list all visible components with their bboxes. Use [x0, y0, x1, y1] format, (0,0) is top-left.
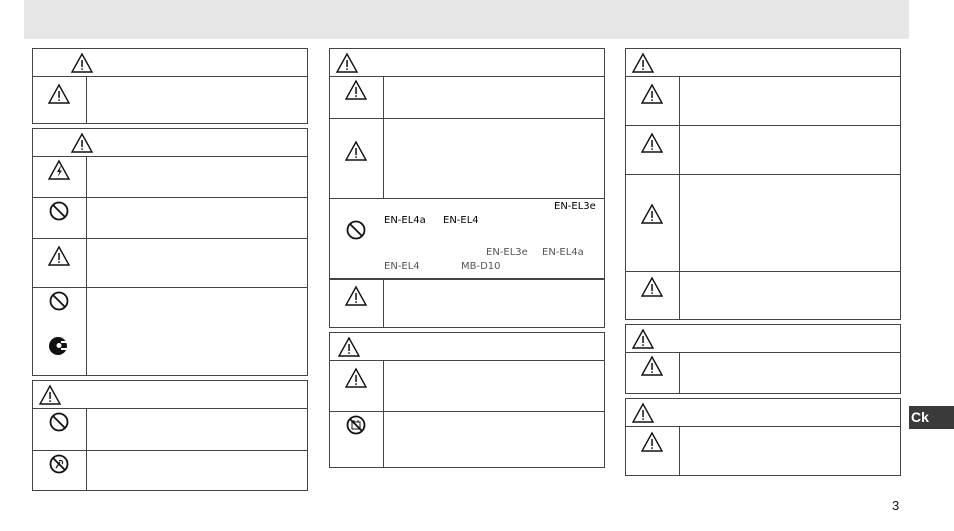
warning-triangle-icon	[641, 203, 663, 225]
warning-triangle-icon	[39, 384, 61, 406]
language-tab: Ck	[909, 406, 954, 429]
warning-row	[626, 126, 900, 175]
icon-cell	[330, 77, 384, 118]
prohibited-icon	[48, 411, 70, 433]
electric-shock-warning-icon	[48, 159, 70, 181]
prohibited-icon	[345, 219, 367, 241]
icon-cell	[330, 361, 384, 411]
icon-cell	[330, 280, 384, 328]
warning-triangle-icon	[641, 132, 663, 154]
box-header	[33, 381, 307, 409]
warning-box-6	[625, 48, 901, 320]
battery-warning-row: EN-EL3e EN-EL4a EN-EL4 EN-EL3e EN-EL4a E…	[330, 199, 604, 279]
battery-model-text: EN-EL3e	[554, 201, 596, 212]
icon-cell	[33, 198, 87, 238]
warning-box-8	[625, 398, 901, 476]
warning-box-1	[32, 48, 308, 124]
no-water-icon	[345, 414, 367, 436]
warning-triangle-icon	[336, 52, 358, 74]
box-header	[33, 129, 307, 157]
warning-triangle-icon	[641, 431, 663, 453]
warning-row	[33, 451, 307, 491]
icon-cell	[33, 409, 87, 450]
warning-row	[33, 288, 307, 375]
warning-box-2	[32, 128, 308, 376]
warning-row	[626, 77, 900, 126]
warning-triangle-icon	[338, 336, 360, 358]
warning-row	[330, 77, 604, 119]
icon-cell	[330, 199, 383, 278]
box-header	[626, 399, 900, 427]
warning-row	[626, 272, 900, 319]
battery-model-text: EN-EL4	[443, 215, 479, 226]
warning-row	[330, 279, 604, 328]
icon-cell	[626, 353, 680, 394]
warning-triangle-icon	[632, 328, 654, 350]
icon-cell	[626, 272, 680, 319]
warning-row	[626, 353, 900, 394]
warning-triangle-icon	[71, 132, 93, 154]
warning-row	[33, 77, 307, 124]
icon-cell	[330, 119, 384, 198]
warning-triangle-icon	[641, 83, 663, 105]
warning-triangle-icon	[71, 52, 93, 74]
warning-row	[33, 409, 307, 451]
warning-triangle-icon	[641, 355, 663, 377]
icon-cell	[33, 451, 87, 491]
unplug-icon	[48, 335, 70, 357]
warning-row	[330, 361, 604, 412]
warning-box-3	[32, 380, 308, 491]
warning-box-4: EN-EL3e EN-EL4a EN-EL4 EN-EL3e EN-EL4a E…	[329, 48, 605, 328]
box-header	[330, 49, 604, 77]
box-header	[33, 49, 307, 77]
icon-cell	[626, 175, 680, 271]
battery-model-text: EN-EL4a	[542, 247, 584, 258]
warning-row	[33, 157, 307, 198]
page-number: 3	[892, 498, 900, 513]
icon-cell	[33, 77, 87, 124]
warning-row	[626, 175, 900, 272]
warning-box-5	[329, 332, 605, 468]
icon-cell	[626, 427, 680, 476]
warning-triangle-icon	[641, 276, 663, 298]
icon-cell	[626, 126, 680, 174]
prohibited-icon	[48, 290, 70, 312]
warning-triangle-icon	[48, 83, 70, 105]
warning-row	[33, 198, 307, 239]
battery-model-text: EN-EL3e	[486, 247, 528, 258]
icon-cell	[33, 239, 87, 287]
warning-triangle-icon	[345, 285, 367, 307]
do-not-disassemble-icon	[48, 453, 70, 475]
icon-cell	[626, 77, 680, 125]
warning-row	[330, 119, 604, 199]
warning-triangle-icon	[632, 52, 654, 74]
battery-model-text: EN-EL4	[384, 261, 420, 272]
prohibited-icon	[48, 200, 70, 222]
warning-triangle-icon	[632, 402, 654, 424]
box-header	[626, 49, 900, 77]
warning-triangle-icon	[345, 140, 367, 162]
box-header	[330, 333, 604, 361]
icon-cell	[33, 288, 87, 375]
warning-row	[33, 239, 307, 288]
warning-row	[330, 412, 604, 467]
warning-triangle-icon	[345, 79, 367, 101]
box-header	[626, 325, 900, 353]
warning-row	[626, 427, 900, 476]
warning-triangle-icon	[48, 245, 70, 267]
battery-model-text: EN-EL4a	[384, 215, 426, 226]
icon-cell	[330, 412, 384, 467]
battery-pack-text: MB-D10	[461, 261, 501, 272]
warning-box-7	[625, 324, 901, 394]
icon-cell	[33, 157, 87, 197]
warning-triangle-icon	[345, 367, 367, 389]
page-header-band	[24, 0, 909, 39]
